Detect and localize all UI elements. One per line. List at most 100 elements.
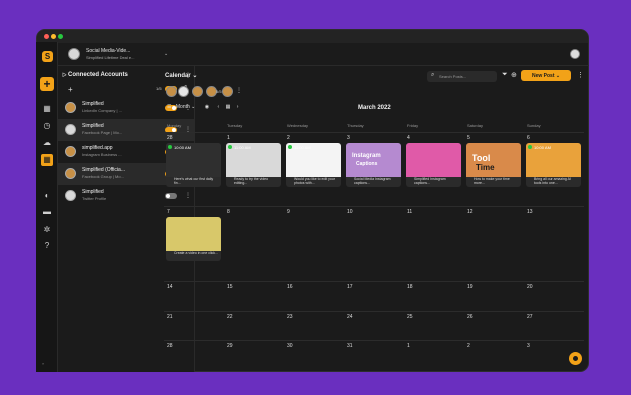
top-bar: Social Media-Vide... Simplified Lifetime… <box>58 42 589 66</box>
today-icon[interactable]: ◉ <box>205 104 209 110</box>
scheduled-post-card[interactable]: 10:00 AM Here's what our first daily fin.… <box>166 143 221 187</box>
calendar-day-cell[interactable]: 3 Instagram Captions Social Media Instagram… <box>344 132 404 206</box>
social-calendar-icon[interactable]: ▦ <box>41 154 53 166</box>
calendar-day-cell[interactable]: 1 11:00 AM Ready to try the video editing.… <box>224 132 284 206</box>
settings-icon[interactable]: ✲ <box>43 226 51 234</box>
account-chip[interactable] <box>166 86 177 97</box>
clock-icon[interactable]: ◷ <box>43 122 51 130</box>
calendar-day-cell[interactable]: 22 <box>224 311 284 340</box>
collapse-icon[interactable]: » <box>42 361 44 366</box>
calendar-day-cell[interactable]: 16 <box>284 281 344 311</box>
calendar-day-cell[interactable]: 6 10:00 AM Bring all our amazing AI tools … <box>524 132 584 206</box>
minimize-window-button[interactable] <box>51 34 56 39</box>
account-type: LinkedIn Company | ... <box>82 108 122 113</box>
account-chip[interactable] <box>222 86 233 97</box>
calendar-day-cell[interactable]: 29 <box>224 340 284 372</box>
new-post-button[interactable]: New Post ⌄ <box>521 70 571 81</box>
post-caption: Bring all our amazing AI tools into one.… <box>534 177 571 185</box>
calendar-day-cell[interactable]: 7 Create a video in one click... <box>164 206 224 281</box>
calendar-day-cell[interactable]: 1 <box>404 340 464 372</box>
search-icon: ⌕ <box>431 72 435 78</box>
calendar-day-cell[interactable]: 28 10:00 AM Here's what our first daily fi… <box>164 132 224 206</box>
calendar-day-cell[interactable]: 2 <box>464 340 524 372</box>
date-number: 1 <box>407 343 410 349</box>
scheduled-post-card[interactable]: Simplified Instagram captions... <box>406 143 461 187</box>
date-number: 9 <box>287 209 290 215</box>
next-month-button[interactable]: › <box>237 104 239 110</box>
calendar-day-cell[interactable]: 19 <box>464 281 524 311</box>
account-type: Facebook Page | Mo... <box>82 130 123 135</box>
user-avatar[interactable] <box>570 49 580 59</box>
scheduled-post-card[interactable]: 11:00 AM Ready to try the video editing..… <box>226 143 281 187</box>
calendar-day-cell[interactable]: 21 <box>164 311 224 340</box>
dashboard-icon[interactable]: ▦ <box>43 105 51 113</box>
add-account-button[interactable]: + <box>68 85 73 94</box>
calendar-day-cell[interactable]: 17 <box>344 281 404 311</box>
calendar-day-cell[interactable]: 25 <box>404 311 464 340</box>
calendar-day-cell[interactable]: 4 Simplified Instagram captions... <box>404 132 464 206</box>
calendar-day-cell[interactable]: 24 <box>344 311 404 340</box>
calendar-day-cell[interactable]: 27 <box>524 311 584 340</box>
weekday-header: Tuesday <box>227 123 243 128</box>
calendar-day-cell[interactable]: 20 <box>524 281 584 311</box>
calendar-day-cell[interactable]: 15 <box>224 281 284 311</box>
panel-collapse-icon[interactable]: ᐅ <box>62 72 67 79</box>
account-name: Simplified <box>82 189 104 195</box>
post-thumbnail <box>406 143 461 177</box>
scheduled-post-card[interactable]: 10:00 AM Bring all our amazing AI tools i… <box>526 143 581 187</box>
workspace-avatar[interactable] <box>68 48 80 60</box>
create-button[interactable]: + <box>40 77 54 91</box>
calendar-day-cell[interactable]: 10 <box>344 206 404 281</box>
scheduled-post-card[interactable]: Instagram Captions Social Media Instagram … <box>346 143 401 187</box>
calendar-day-cell[interactable]: 28 <box>164 340 224 372</box>
calendar-day-cell[interactable]: 11 <box>404 206 464 281</box>
account-chip[interactable] <box>178 86 189 97</box>
date-number: 18 <box>407 284 413 290</box>
post-time: 11:00 AM <box>294 145 311 150</box>
calendar-day-cell[interactable]: 12 <box>464 206 524 281</box>
published-check-icon <box>288 145 292 149</box>
scheduled-post-card[interactable]: 11:00 AM Would you like to edit your phot… <box>286 143 341 187</box>
account-type: Instagram Business ... <box>82 152 122 157</box>
cloud-icon[interactable]: ☁ <box>43 139 51 147</box>
globe-icon[interactable]: ⊕ <box>511 71 517 79</box>
date-number: 4 <box>407 135 410 141</box>
calendar-day-cell[interactable]: 23 <box>284 311 344 340</box>
help-icon[interactable]: ? <box>43 242 51 250</box>
search-posts-input[interactable]: ⌕ Search Posts... <box>427 71 497 82</box>
calendar-day-cell[interactable]: 31 <box>344 340 404 372</box>
prev-month-button[interactable]: ‹ <box>218 104 220 110</box>
filter-icon[interactable]: ⏷ <box>502 71 508 79</box>
scheduled-post-card[interactable]: Tool Time How to make your time more... <box>466 143 521 187</box>
folder-icon[interactable]: ▬ <box>43 208 51 216</box>
workspace-name[interactable]: Social Media-Vide... <box>86 48 130 54</box>
chat-support-button[interactable] <box>569 352 582 365</box>
view-mode-dropdown[interactable]: Month ⌄ <box>176 104 196 110</box>
calendar-day-cell[interactable]: 26 <box>464 311 524 340</box>
calendar-day-cell[interactable]: 13 <box>524 206 584 281</box>
maximize-window-button[interactable] <box>58 34 63 39</box>
calendar-day-cell[interactable]: 30 <box>284 340 344 372</box>
date-number: 24 <box>347 314 353 320</box>
calendar-day-cell[interactable]: 9 <box>284 206 344 281</box>
calendar-day-cell[interactable]: 2 11:00 AM Would you like to edit your pho… <box>284 132 344 206</box>
post-time: 10:00 AM <box>174 145 191 150</box>
calendar-day-cell[interactable]: 5 Tool Time How to make your time more... <box>464 132 524 206</box>
palette-icon[interactable]: ◐ <box>43 192 51 200</box>
calendar-day-cell[interactable]: 18 <box>404 281 464 311</box>
list-icon[interactable]: ☰ <box>167 104 171 110</box>
account-chip[interactable] <box>192 86 203 97</box>
more-options-icon[interactable]: ⋮ <box>577 71 584 79</box>
calendar-icon[interactable]: ▦ <box>226 104 231 110</box>
account-name: Simplified <box>82 123 104 129</box>
more-options-icon[interactable]: ⋮ <box>236 87 242 94</box>
calendar-view-dropdown[interactable]: Calendar ⌄ <box>165 72 197 79</box>
calendar-day-cell[interactable]: 8 <box>224 206 284 281</box>
thumbnail-text: Time <box>476 163 495 172</box>
chevron-down-icon[interactable]: ⌄ <box>164 51 168 57</box>
weekday-header: Saturday <box>467 123 484 128</box>
published-check-icon <box>228 145 232 149</box>
calendar-day-cell[interactable]: 14 <box>164 281 224 311</box>
close-window-button[interactable] <box>44 34 49 39</box>
scheduled-post-card[interactable]: Create a video in one click... <box>166 217 221 261</box>
